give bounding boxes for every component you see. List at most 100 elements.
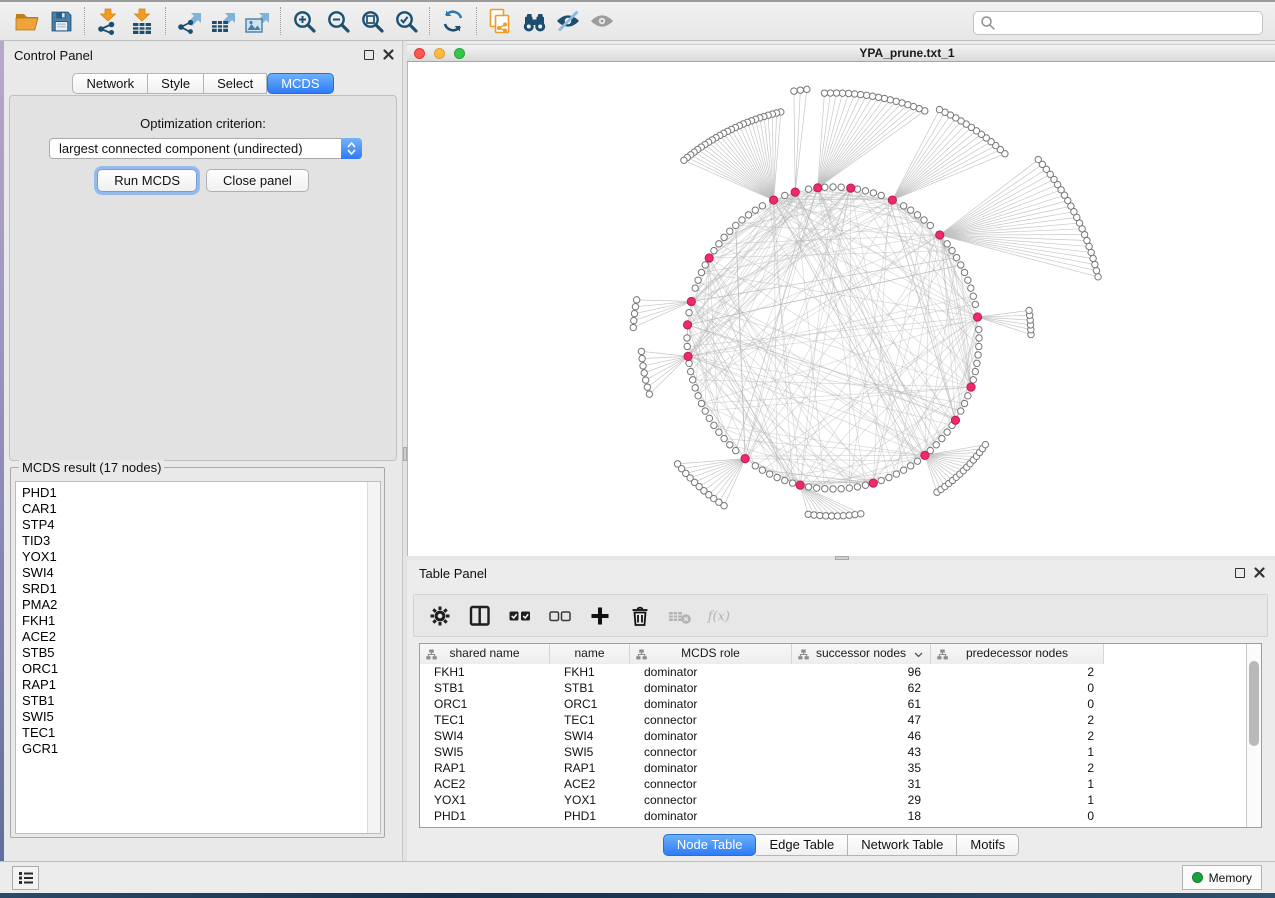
show-columns-button[interactable] [467,603,493,629]
table-row[interactable]: SWI5SWI5connector431 [420,744,1261,760]
mcds-result-item[interactable]: SWI4 [16,565,380,581]
column-header-predecessor-nodes[interactable]: predecessor nodes [931,644,1104,664]
network-graph[interactable] [408,62,1275,556]
table-cell: PHD1 [550,808,630,824]
mcds-result-item[interactable]: SRD1 [16,581,380,597]
eye-icon [589,8,615,34]
export-image-button[interactable] [240,4,274,38]
table-cell: 47 [792,712,931,728]
window-close-icon[interactable] [414,48,425,59]
optimization-criterion-select[interactable]: largest connected component (undirected) [49,138,362,159]
table-scrollbar[interactable] [1246,644,1261,827]
create-column-button[interactable] [587,603,613,629]
function-builder-button[interactable]: f(x) [707,603,733,629]
mcds-result-item[interactable]: STB1 [16,693,380,709]
column-header-successor-nodes[interactable]: successor nodes [792,644,931,664]
mcds-result-item[interactable]: RAP1 [16,677,380,693]
table-row[interactable]: RAP1RAP1dominator352 [420,760,1261,776]
open-file-button[interactable] [10,4,44,38]
delete-table-button[interactable] [667,603,693,629]
mcds-result-item[interactable]: ACE2 [16,629,380,645]
table-row[interactable]: STB1STB1dominator620 [420,680,1261,696]
table-row[interactable]: ACE2ACE2connector311 [420,776,1261,792]
toolbar-separator [476,7,477,35]
panel-menu-button[interactable] [12,866,39,890]
mcds-result-item[interactable]: ORC1 [16,661,380,677]
tab-edge-table[interactable]: Edge Table [756,834,848,856]
clone-network-button[interactable] [483,4,517,38]
table-cell: 0 [931,696,1104,712]
mcds-result-item[interactable]: STP4 [16,517,380,533]
deselect-all-button[interactable] [547,603,573,629]
optimization-criterion-value: largest connected component (undirected) [50,141,341,156]
export-network-button[interactable] [172,4,206,38]
close-panel-icon[interactable] [1254,567,1265,578]
save-session-button[interactable] [44,4,78,38]
table-row[interactable]: PHD1PHD1dominator180 [420,808,1261,824]
hide-selected-button[interactable] [551,4,585,38]
float-panel-icon[interactable] [1235,568,1245,578]
window-maximize-icon[interactable] [454,48,465,59]
table-cell: 62 [792,680,931,696]
mcds-result-item[interactable]: SWI5 [16,709,380,725]
column-header-mcds-role[interactable]: MCDS role [630,644,792,664]
export-table-button[interactable] [206,4,240,38]
list-scrollbar[interactable] [367,482,380,833]
search-input[interactable] [973,11,1263,35]
column-type-icon [937,649,948,660]
control-panel-titlebar: Control Panel [4,41,402,69]
tab-select[interactable]: Select [204,73,267,94]
table-row[interactable]: TEC1TEC1connector472 [420,712,1261,728]
tab-network[interactable]: Network [72,73,148,94]
run-mcds-button[interactable]: Run MCDS [97,169,197,192]
mcds-result-item[interactable]: PHD1 [16,482,380,501]
table-cell: 2 [931,712,1104,728]
mcds-result-list[interactable]: PHD1CAR1STP4TID3YOX1SWI4SRD1PMA2FKH1ACE2… [15,481,381,834]
zoom-in-button[interactable] [287,4,321,38]
mcds-result-item[interactable]: TEC1 [16,725,380,741]
table-cell: 61 [792,696,931,712]
float-panel-icon[interactable] [364,50,374,60]
apply-layout-button[interactable] [436,4,470,38]
column-header-name[interactable]: name [550,644,630,664]
mcds-result-item[interactable]: CAR1 [16,501,380,517]
list-icon [18,871,34,885]
table-row[interactable]: SWI4SWI4dominator462 [420,728,1261,744]
column-header-shared-name[interactable]: shared name [420,644,550,664]
mcds-result-item[interactable]: GCR1 [16,741,380,757]
tab-motifs[interactable]: Motifs [957,834,1019,856]
mcds-result-item[interactable]: TID3 [16,533,380,549]
table-cell: ORC1 [420,696,550,712]
memory-button[interactable]: Memory [1182,865,1262,890]
mcds-result-item[interactable]: FKH1 [16,613,380,629]
mcds-result-item[interactable]: STB5 [16,645,380,661]
show-all-button[interactable] [585,4,619,38]
zoom-fit-selected-button[interactable] [389,4,423,38]
zoom-out-button[interactable] [321,4,355,38]
table-row[interactable]: FKH1FKH1dominator962 [420,664,1261,680]
table-cell: YOX1 [550,792,630,808]
close-panel-icon[interactable] [383,49,394,60]
close-panel-button[interactable]: Close panel [206,169,309,192]
table-row[interactable]: ORC1ORC1dominator610 [420,696,1261,712]
import-table-button[interactable] [125,4,159,38]
table-cell: SWI5 [420,744,550,760]
zoom-fit-content-button[interactable] [355,4,389,38]
scrollbar-thumb[interactable] [1249,661,1259,746]
desktop-background [0,893,1275,898]
table-settings-button[interactable] [427,603,453,629]
tab-mcds[interactable]: MCDS [267,73,333,94]
window-minimize-icon[interactable] [434,48,445,59]
tab-node-table[interactable]: Node Table [663,834,757,856]
delete-column-button[interactable] [627,603,653,629]
network-titlebar[interactable]: YPA_prune.txt_1 [407,44,1275,62]
select-all-button[interactable] [507,603,533,629]
first-neighbors-button[interactable] [517,4,551,38]
tab-style[interactable]: Style [148,73,204,94]
import-network-button[interactable] [91,4,125,38]
tab-network-table[interactable]: Network Table [848,834,957,856]
mcds-result-item[interactable]: PMA2 [16,597,380,613]
mcds-result-item[interactable]: YOX1 [16,549,380,565]
table-row[interactable]: YOX1YOX1connector291 [420,792,1261,808]
network-canvas[interactable] [407,62,1275,556]
